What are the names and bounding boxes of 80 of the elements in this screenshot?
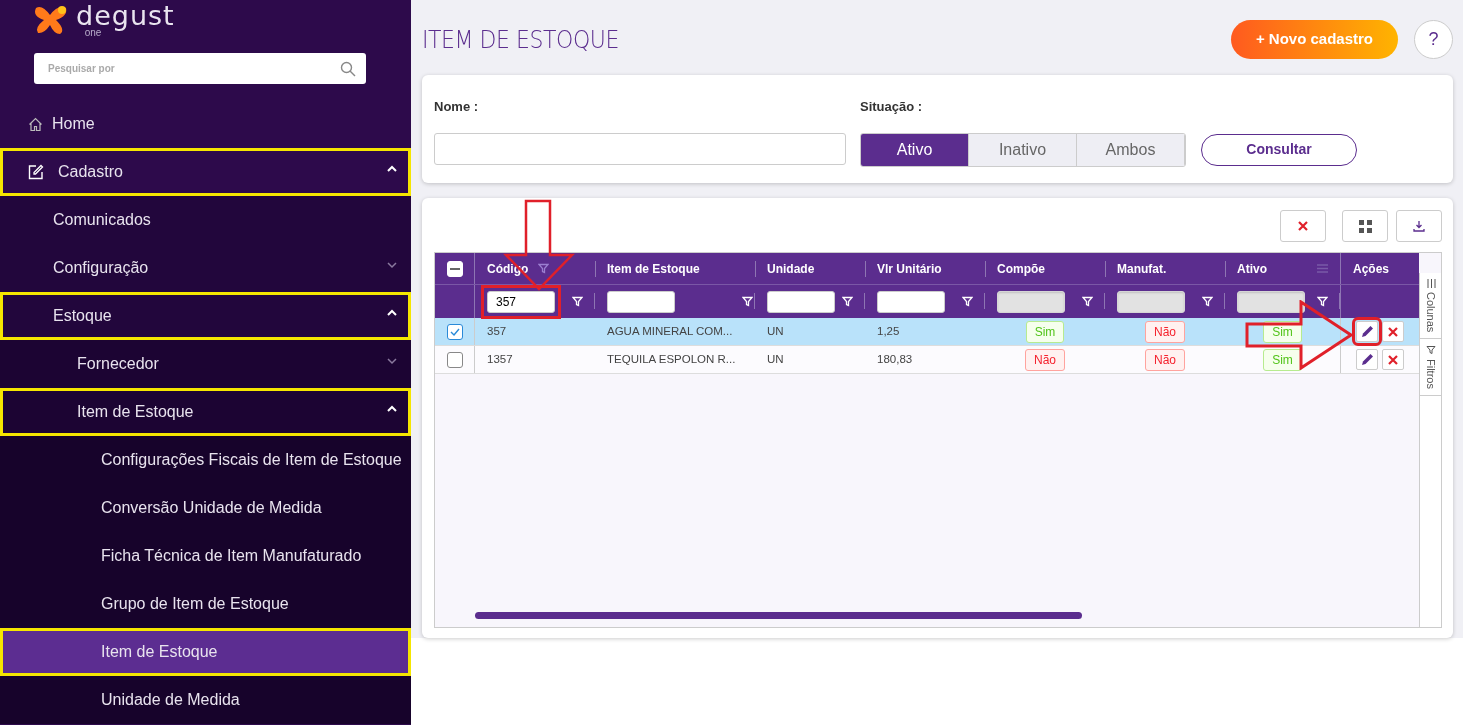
status-badge: Não (1145, 348, 1185, 371)
filter-field[interactable] (607, 290, 675, 313)
chevron-down-icon (387, 261, 397, 269)
sidebar-item[interactable]: Item de Estoque (0, 628, 411, 676)
table-cell-text: AGUA MINERAL COM... (607, 323, 733, 339)
side-panel-tab[interactable]: Filtros (1420, 339, 1442, 397)
sidebar-item[interactable]: Comunicados (0, 196, 411, 244)
sidebar-item[interactable]: Ficha Técnica de Item Manufaturado (0, 532, 411, 580)
table-cell-text: 1,25 (877, 323, 900, 339)
table-cell-text: UN (767, 323, 784, 339)
check-icon (449, 327, 460, 336)
side-panel-tab[interactable]: Colunas (1420, 273, 1442, 340)
status-tab[interactable]: Ambos (1077, 133, 1185, 166)
sidebar-item[interactable]: Fornecedor (0, 340, 411, 388)
edit-icon (28, 164, 44, 180)
close-icon (1298, 221, 1308, 231)
row-checkbox[interactable] (446, 351, 463, 368)
status-badge: Não (1145, 320, 1185, 343)
close-icon (1388, 326, 1398, 337)
home-icon (28, 116, 43, 132)
grid-icon (1358, 219, 1372, 233)
filter-field[interactable] (877, 290, 945, 313)
column-header: Ações (1353, 260, 1390, 278)
logo-text: degust (76, 2, 175, 29)
column-header[interactable]: Ativo (1237, 259, 1267, 278)
sidebar-item[interactable]: Conversão Unidade de Medida (0, 484, 411, 532)
select-all-checkbox[interactable] (446, 260, 463, 277)
table-cell-text: UN (767, 351, 784, 367)
field-label: Nome : (434, 98, 480, 116)
edit-button[interactable] (1356, 349, 1378, 370)
status-badge: Sim (1263, 348, 1302, 371)
row-checkbox[interactable] (446, 323, 463, 340)
filter-icon (1426, 345, 1436, 356)
minus-icon (449, 267, 460, 270)
status-tab[interactable]: Inativo (969, 133, 1077, 166)
table-cell-text: 180,83 (877, 351, 913, 367)
column-header[interactable]: Unidade (767, 259, 815, 278)
chevron-up-icon (387, 309, 397, 317)
download-icon (1413, 220, 1425, 232)
filter-field[interactable] (767, 290, 835, 313)
pencil-icon (1360, 353, 1374, 366)
status-badge: Não (1025, 348, 1065, 371)
column-header[interactable]: Item de Estoque (607, 259, 700, 278)
chevron-up-icon (387, 165, 397, 173)
column-header[interactable]: Manufat. (1117, 259, 1167, 278)
field-label: Situação : (860, 98, 924, 116)
sidebar-item[interactable]: Item de Estoque (0, 388, 411, 436)
search-icon (340, 60, 356, 77)
delete-button[interactable] (1382, 321, 1404, 342)
sidebar-item[interactable]: Grupo de Item de Estoque (0, 580, 411, 628)
sidebar-item[interactable]: Estoque (0, 292, 411, 340)
chevron-up-icon (387, 405, 397, 413)
search-field[interactable]: Pesquisar por (34, 53, 366, 84)
search-button[interactable]: Consultar (1201, 133, 1357, 166)
status-badge: Sim (1025, 320, 1065, 343)
table-cell-text: 1357 (487, 351, 513, 367)
page-title: ITEM DE ESTOQUE (422, 23, 619, 56)
status-tab[interactable]: Ativo (861, 133, 969, 166)
column-header[interactable]: Compõe (997, 259, 1045, 278)
sidebar-item[interactable]: Cadastro (0, 148, 411, 196)
filter-field[interactable]: 357 (487, 290, 555, 313)
table-cell-text: TEQUILA ESPOLON R... (607, 351, 736, 367)
sidebar-item[interactable]: Configurações Fiscais de Item de Estoque (0, 436, 411, 484)
column-header[interactable]: Vlr Unitário (877, 259, 942, 278)
close-icon (1388, 354, 1398, 365)
sidebar-item[interactable]: Configuração (0, 244, 411, 292)
clear-filters-button[interactable] (1280, 210, 1326, 242)
chevron-down-icon (387, 357, 397, 365)
grid-view-button[interactable] (1342, 210, 1388, 242)
horizontal-scrollbar[interactable] (475, 612, 1082, 619)
download-button[interactable] (1396, 210, 1442, 242)
pencil-icon (1360, 325, 1374, 338)
help-button[interactable]: ? (1414, 20, 1453, 59)
sidebar-item[interactable]: Unidade de Medida (0, 676, 411, 724)
logo-subtitle: one (84, 28, 102, 38)
table-cell-text: 357 (487, 323, 507, 339)
status-badge: Sim (1263, 320, 1302, 343)
name-field[interactable] (434, 132, 846, 165)
columns-icon (1426, 279, 1436, 288)
delete-button[interactable] (1382, 349, 1404, 370)
